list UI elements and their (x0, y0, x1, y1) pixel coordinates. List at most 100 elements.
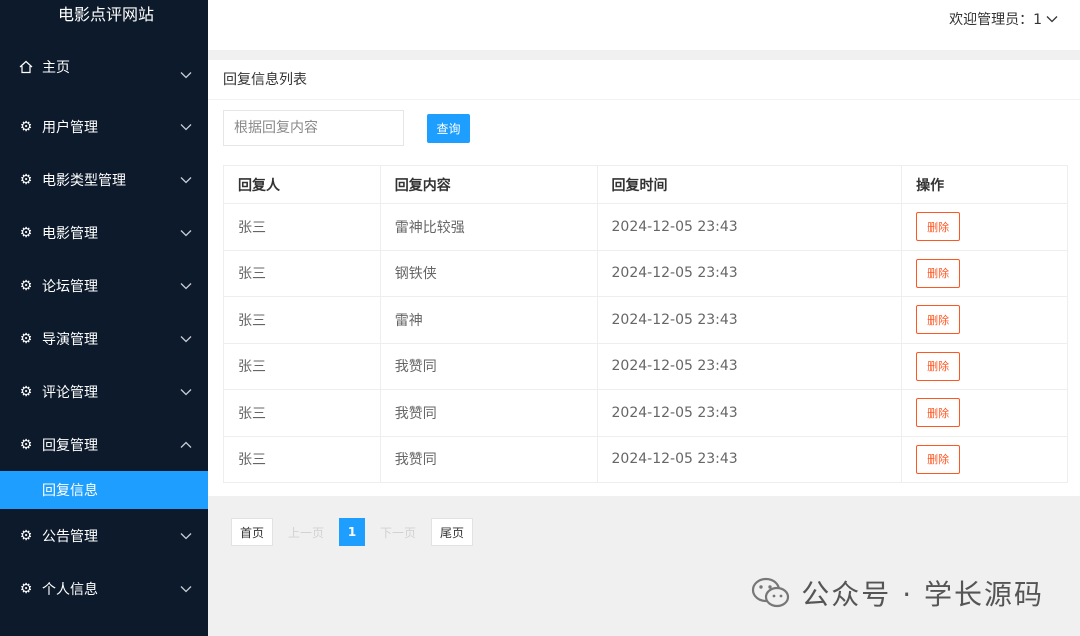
cell-user: 张三 (223, 296, 381, 344)
table-row: 张三 我赞同 2024-12-05 23:43 删除 (223, 342, 1068, 390)
sidebar-item-label: 个人信息 (42, 581, 98, 598)
delete-button[interactable]: 删除 (916, 398, 961, 428)
delete-button[interactable]: 删除 (916, 351, 961, 381)
chevron-down-icon (180, 229, 192, 236)
cell-content: 钢铁侠 (379, 249, 598, 297)
cell-content: 雷神比较强 (379, 203, 598, 251)
chevron-down-icon (180, 176, 192, 183)
page-last-button[interactable]: 尾页 (431, 518, 474, 546)
watermark: 公众号 · 学长源码 (751, 573, 1044, 613)
sidebar-item-announcements[interactable]: ⚙ 公告管理 (0, 509, 208, 562)
cell-user: 张三 (223, 249, 381, 297)
gear-icon: ⚙ (19, 580, 33, 597)
search-input[interactable] (223, 110, 404, 146)
table-row: 张三 钢铁侠 2024-12-05 23:43 删除 (223, 249, 1068, 297)
chevron-up-icon (180, 441, 192, 448)
sidebar-item-label: 导演管理 (42, 331, 98, 348)
sidebar-item-replies[interactable]: ⚙ 回复管理 (0, 418, 208, 471)
app-title: 电影点评网站 (58, 5, 155, 24)
page-prev-button[interactable]: 上一页 (279, 518, 334, 546)
sidebar-item-movies[interactable]: ⚙ 电影管理 (0, 206, 208, 259)
gear-icon: ⚙ (19, 383, 33, 400)
main-panel: 回复信息列表 查询 回复人 回复内容 回复时间 操作 张三 雷神比较强 2024… (208, 60, 1080, 496)
page-title: 回复信息列表 (208, 60, 1080, 100)
welcome-text: 欢迎管理员：1 (949, 12, 1042, 28)
table-header-row: 回复人 回复内容 回复时间 操作 (223, 165, 1068, 204)
gear-icon: ⚙ (19, 171, 33, 188)
column-header-action: 操作 (901, 165, 1068, 204)
table-row: 张三 雷神 2024-12-05 23:43 删除 (223, 296, 1068, 344)
sidebar-item-profile[interactable]: ⚙ 个人信息 (0, 562, 208, 615)
delete-button[interactable]: 删除 (916, 258, 961, 288)
sidebar-item-label: 主页 (42, 59, 70, 76)
sidebar-item-home[interactable]: 主页 (0, 33, 208, 100)
sidebar-item-movie-types[interactable]: ⚙ 电影类型管理 (0, 153, 208, 206)
gear-icon: ⚙ (19, 436, 33, 453)
delete-button[interactable]: 删除 (916, 212, 961, 242)
cell-time: 2024-12-05 23:43 (596, 203, 903, 251)
column-header-user: 回复人 (223, 165, 381, 204)
wechat-icon (752, 577, 790, 608)
delete-button[interactable]: 删除 (916, 305, 961, 335)
page-first-button[interactable]: 首页 (231, 518, 274, 546)
delete-button[interactable]: 删除 (916, 444, 961, 474)
cell-content: 雷神 (379, 296, 598, 344)
pagination: 首页 上一页 1 下一页 尾页 (231, 518, 474, 546)
user-menu[interactable]: 欢迎管理员：1 (949, 9, 1058, 29)
chevron-down-icon (180, 72, 192, 79)
chevron-down-icon (1046, 16, 1058, 23)
cell-time: 2024-12-05 23:43 (596, 296, 903, 344)
sidebar-item-label: 电影管理 (42, 225, 98, 242)
cell-user: 张三 (223, 389, 381, 437)
table-row: 张三 雷神比较强 2024-12-05 23:43 删除 (223, 203, 1068, 251)
cell-action: 删除 (901, 203, 1068, 251)
sidebar-item-comments[interactable]: ⚙ 评论管理 (0, 365, 208, 418)
chevron-down-icon (180, 532, 192, 539)
table-row: 张三 我赞同 2024-12-05 23:43 删除 (223, 435, 1068, 483)
cell-time: 2024-12-05 23:43 (596, 249, 903, 297)
reply-table: 回复人 回复内容 回复时间 操作 张三 雷神比较强 2024-12-05 23:… (223, 165, 1068, 483)
cell-time: 2024-12-05 23:43 (596, 435, 903, 483)
sidebar-item-directors[interactable]: ⚙ 导演管理 (0, 312, 208, 365)
sidebar-item-label: 回复管理 (42, 437, 98, 454)
top-header: 欢迎管理员：1 (208, 0, 1080, 50)
sidebar-subitem-reply-info[interactable]: 回复信息 (0, 471, 208, 509)
cell-user: 张三 (223, 342, 381, 390)
sidebar-item-label: 论坛管理 (42, 278, 98, 295)
sidebar-item-label: 用户管理 (42, 119, 98, 136)
home-icon (19, 60, 33, 74)
sidebar-item-users[interactable]: ⚙ 用户管理 (0, 100, 208, 153)
watermark-text: 公众号 · 学长源码 (801, 578, 1044, 611)
cell-user: 张三 (223, 203, 381, 251)
cell-action: 删除 (901, 296, 1068, 344)
search-button[interactable]: 查询 (427, 114, 470, 143)
gear-icon: ⚙ (19, 527, 33, 544)
cell-action: 删除 (901, 435, 1068, 483)
cell-content: 我赞同 (379, 389, 598, 437)
page-current[interactable]: 1 (339, 518, 366, 546)
sidebar-item-label: 评论管理 (42, 384, 98, 401)
cell-time: 2024-12-05 23:43 (596, 342, 903, 390)
page-next-button[interactable]: 下一页 (371, 518, 426, 546)
cell-action: 删除 (901, 342, 1068, 390)
column-header-content: 回复内容 (379, 165, 598, 204)
gear-icon: ⚙ (19, 277, 33, 294)
sidebar-item-forum[interactable]: ⚙ 论坛管理 (0, 259, 208, 312)
table-row: 张三 我赞同 2024-12-05 23:43 删除 (223, 389, 1068, 437)
sidebar: 电影点评网站 主页 ⚙ 用户管理 ⚙ 电影类型管理 ⚙ 电影管理 ⚙ 论坛管理 … (0, 0, 208, 636)
chevron-down-icon (180, 335, 192, 342)
gear-icon: ⚙ (19, 224, 33, 241)
column-header-time: 回复时间 (596, 165, 903, 204)
chevron-down-icon (180, 388, 192, 395)
sidebar-item-label: 公告管理 (42, 528, 98, 545)
chevron-down-icon (180, 282, 192, 289)
cell-user: 张三 (223, 435, 381, 483)
chevron-down-icon (180, 585, 192, 592)
cell-action: 删除 (901, 389, 1068, 437)
sidebar-item-label: 电影类型管理 (42, 172, 126, 189)
gear-icon: ⚙ (19, 330, 33, 347)
cell-content: 我赞同 (379, 342, 598, 390)
gear-icon: ⚙ (19, 118, 33, 135)
cell-content: 我赞同 (379, 435, 598, 483)
cell-action: 删除 (901, 249, 1068, 297)
